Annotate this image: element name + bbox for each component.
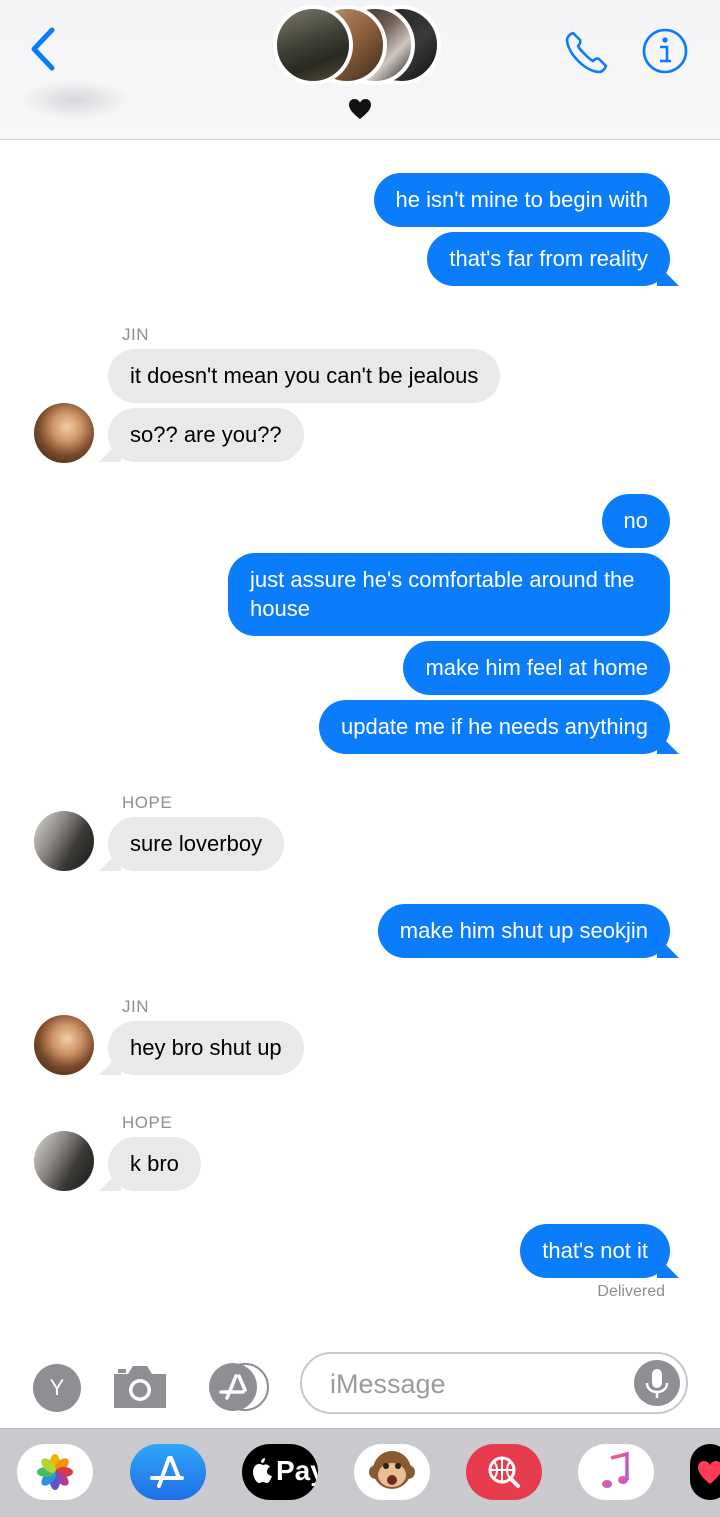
received-message[interactable]: it doesn't mean you can't be jealous xyxy=(108,349,501,403)
received-message[interactable]: k bro xyxy=(108,1137,201,1191)
blurred-status-area xyxy=(20,80,130,120)
sender-name: HOPE xyxy=(122,793,173,812)
sent-message[interactable]: that's far from reality xyxy=(427,232,670,286)
phone-icon xyxy=(565,31,608,74)
memoji-button[interactable]: Y xyxy=(33,1364,81,1412)
app-store-icon xyxy=(150,1456,184,1488)
animoji-app-button[interactable] xyxy=(354,1444,430,1500)
sent-message[interactable]: that's not it xyxy=(520,1224,670,1278)
sender-name: JIN xyxy=(122,997,149,1016)
sender-name: HOPE xyxy=(122,1113,173,1132)
dictation-button[interactable] xyxy=(634,1360,680,1406)
sent-message[interactable]: he isn't mine to begin with xyxy=(373,173,670,227)
sent-message[interactable]: make him shut up seokjin xyxy=(377,904,670,958)
imessage-app-drawer: Pay xyxy=(0,1428,720,1517)
avatar-hope[interactable] xyxy=(34,811,94,871)
app-store-button[interactable] xyxy=(205,1362,271,1412)
message-input[interactable]: iMessage xyxy=(300,1352,688,1414)
avatar-jin[interactable] xyxy=(34,1015,94,1075)
info-button[interactable] xyxy=(641,27,689,75)
group-avatar-stack[interactable] xyxy=(273,5,453,91)
received-message[interactable]: sure loverboy xyxy=(108,817,285,871)
music-app-button[interactable] xyxy=(578,1444,654,1500)
app-store-app-button[interactable] xyxy=(130,1444,206,1500)
digital-touch-app-button[interactable] xyxy=(690,1444,720,1500)
sent-message[interactable]: update me if he needs anything xyxy=(318,700,670,754)
black-heart-icon xyxy=(349,99,371,119)
camera-button[interactable] xyxy=(110,1362,170,1412)
received-message[interactable]: so?? are you?? xyxy=(108,408,304,462)
avatar-hope[interactable] xyxy=(34,1131,94,1191)
delivery-status: Delivered xyxy=(597,1283,665,1300)
sent-message[interactable]: no xyxy=(601,494,670,548)
group-avatar xyxy=(273,5,353,85)
images-search-app-button[interactable] xyxy=(466,1444,542,1500)
microphone-icon xyxy=(645,1369,669,1398)
photos-icon xyxy=(37,1454,73,1490)
app-store-icon xyxy=(209,1363,269,1411)
info-icon xyxy=(642,28,688,74)
conversation-header xyxy=(0,0,720,140)
sent-message[interactable]: make him feel at home xyxy=(403,641,670,695)
music-note-icon xyxy=(602,1451,629,1488)
chevron-left-icon xyxy=(31,27,55,71)
camera-icon xyxy=(114,1366,166,1408)
globe-search-icon xyxy=(488,1456,520,1488)
monkey-animoji-icon xyxy=(369,1451,415,1489)
call-button[interactable] xyxy=(563,28,611,76)
apple-pay-label: Pay xyxy=(276,1455,318,1486)
photos-app-button[interactable] xyxy=(17,1444,93,1500)
message-placeholder: iMessage xyxy=(330,1369,446,1399)
avatar-jin[interactable] xyxy=(34,403,94,463)
apple-pay-button[interactable]: Pay xyxy=(242,1444,318,1500)
sent-message[interactable]: just assure he's comfortable around the … xyxy=(228,553,670,636)
apple-logo-icon xyxy=(253,1458,272,1483)
received-message[interactable]: hey bro shut up xyxy=(108,1021,304,1075)
sender-name: JIN xyxy=(122,325,149,344)
heart-icon xyxy=(698,1461,720,1484)
message-composer: Y iMessage xyxy=(0,1340,720,1428)
back-button[interactable] xyxy=(24,24,64,74)
